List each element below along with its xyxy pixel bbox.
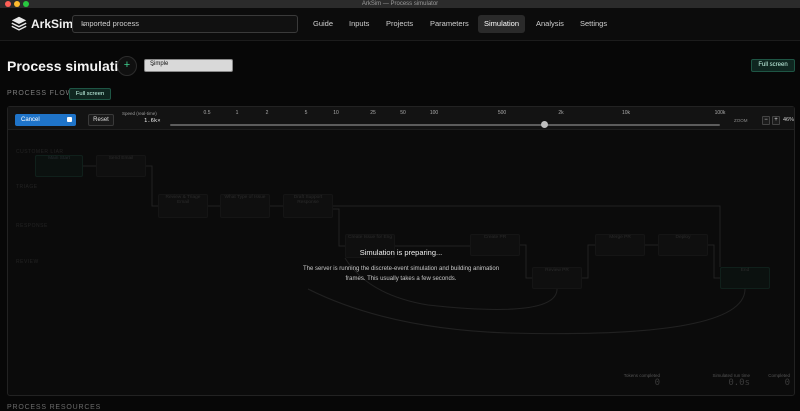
stop-icon [67,117,72,122]
speed-tick-label: 2k [558,110,564,116]
speed-tick-label: 10 [333,110,339,116]
window-title: ArkSim — Process simulator [361,1,439,7]
speed-slider[interactable] [170,121,720,128]
speed-tick-label: 50 [400,110,406,116]
flow-canvas: CUSTOMER LIAR TRIAGE RESPONSE REVIEW Mai… [8,129,794,395]
speed-tick-label: 500 [497,110,507,116]
stat-value: 0.0s [728,378,750,388]
chevron-down-icon: ⌄ [150,62,156,68]
nav-projects[interactable]: Projects [380,15,419,33]
zoom-value: 46% [783,117,795,123]
cancel-button[interactable]: Cancel [15,114,76,126]
nav-parameters[interactable]: Parameters [424,15,475,33]
simulation-toolbar: Cancel Reset Speed (real-time) 1.6k× 0.5… [8,107,794,130]
flow-full-screen-button[interactable]: Full screen [69,88,111,100]
nav-guide[interactable]: Guide [307,15,339,33]
speed-tick-label: 25 [370,110,376,116]
app-header: ArkSim Imported process ⌄ Guide Inputs P… [0,8,800,41]
speed-slider-thumb[interactable] [541,121,548,128]
preparing-title: Simulation is preparing... [359,248,443,257]
zoom-in-button[interactable]: + [772,116,780,125]
nav-simulation[interactable]: Simulation [478,15,526,33]
simulation-mode-select[interactable]: Simple ⌄ [144,59,233,72]
nav-analysis[interactable]: Analysis [530,15,570,33]
stat-simulated-time: Simulated run time 0.0s [694,373,750,388]
cancel-label: Cancel [21,117,40,123]
reset-button[interactable]: Reset [88,114,114,126]
zoom-out-button[interactable]: − [762,116,770,125]
flow-connectors [83,165,746,335]
speed-tick-label: 100 [429,110,439,116]
add-simulation-button[interactable]: + [117,56,137,76]
stat-tokens-completed: Tokens completed 0 [608,373,660,388]
brand-name: ArkSim [31,17,74,31]
window-titlebar: ArkSim — Process simulator [0,0,800,8]
process-select[interactable]: Imported process ⌄ [72,15,298,33]
nav-settings[interactable]: Settings [574,15,613,33]
stat-value: 0 [654,378,660,388]
chevron-down-icon: ⌄ [81,19,88,28]
zoom-label: ZOOM [734,118,748,123]
speed-label: Speed (real-time) [122,111,157,116]
stat-completed: Completed 0 [756,373,790,388]
speed-value: 1.6k× [144,118,161,124]
speed-tick-label: 100k [714,110,726,116]
stat-value: 0 [784,378,790,388]
preparing-message: The server is running the discrete-event… [302,266,500,282]
section-label: PROCESS FLOW [7,90,73,97]
nav-inputs[interactable]: Inputs [343,15,375,33]
process-diagram: CUSTOMER LIAR TRIAGE RESPONSE REVIEW Mai… [8,129,794,395]
speed-tick-label: 10k [621,110,631,116]
logo-icon [11,16,27,31]
speed-tick-label: 0.5 [203,110,211,116]
speed-tick-label: 1 [235,110,239,116]
speed-tick-label: 5 [304,110,308,116]
full-screen-button[interactable]: Full screen [751,59,795,72]
process-flow-panel: Cancel Reset Speed (real-time) 1.6k× 0.5… [7,106,795,396]
speed-tick-label: 2 [265,110,269,116]
